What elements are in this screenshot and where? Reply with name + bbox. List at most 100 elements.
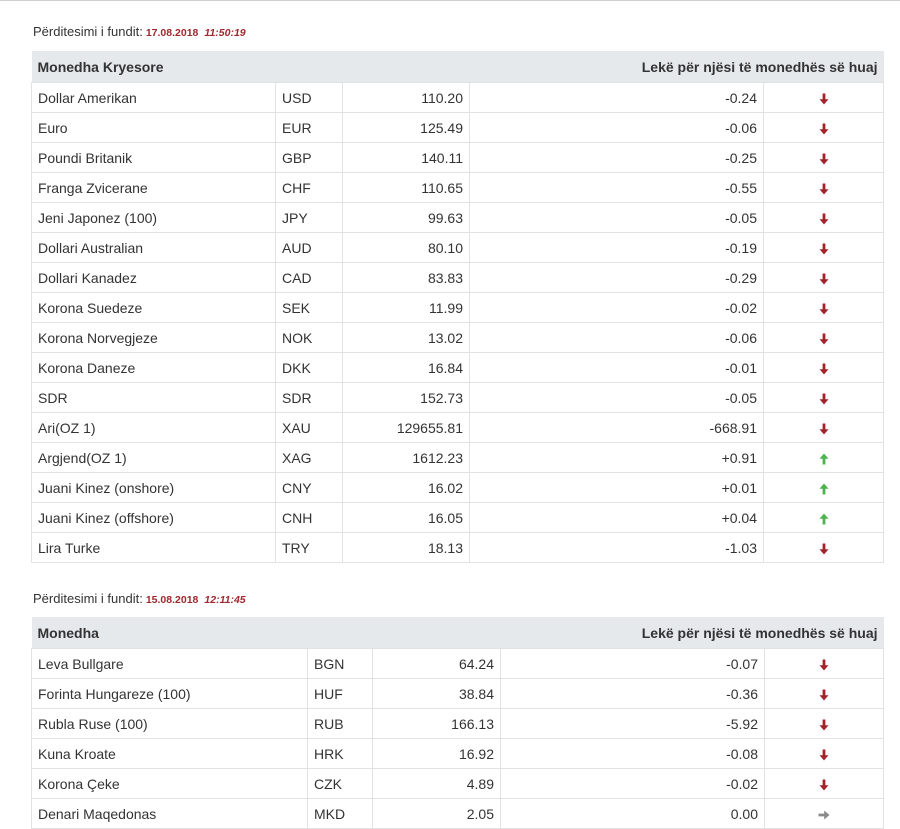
exchange-rate: 99.63 [342, 202, 470, 233]
last-update-time: 11:50:19 [204, 27, 246, 39]
trend-indicator [763, 768, 885, 799]
arrow-down-icon [817, 539, 831, 555]
exchange-rate: 1612.23 [342, 442, 470, 473]
arrow-down-icon [817, 359, 831, 375]
table-row: Argjend(OZ 1) XAG 1612.23 +0.91 [31, 442, 885, 473]
table-row: Euro EUR 125.49 -0.06 [31, 112, 885, 143]
currency-name: Kuna Kroate [31, 738, 308, 769]
last-update-date: 17.08.2018 [145, 27, 199, 39]
rate-change: -0.05 [469, 382, 764, 413]
currency-code: USD [275, 82, 343, 113]
exchange-rate: 129655.81 [342, 412, 470, 443]
trend-indicator [762, 412, 885, 443]
currency-name: Dollari Kanadez [31, 262, 276, 293]
table-row: Kuna Kroate HRK 16.92 -0.08 [31, 738, 885, 769]
arrow-down-icon [817, 775, 831, 791]
trend-indicator [763, 708, 885, 739]
currency-code: XAU [275, 412, 343, 443]
currency-code: HRK [307, 738, 373, 769]
currency-code: AUD [275, 232, 343, 263]
table-row: Dollar Amerikan USD 110.20 -0.24 [31, 82, 885, 113]
arrow-up-icon [817, 479, 831, 495]
rate-change: -0.01 [469, 352, 764, 383]
main-currencies-table: Monedha Kryesore Lekë për njësi të moned… [31, 51, 885, 563]
arrow-down-icon [817, 149, 831, 165]
currency-name: Dollari Australian [31, 232, 276, 263]
arrow-down-icon [817, 89, 831, 105]
trend-indicator [762, 532, 885, 563]
currency-name: Euro [31, 112, 276, 143]
currency-code: EUR [275, 112, 343, 143]
exchange-rate: 64.24 [372, 648, 501, 679]
rate-change: +0.04 [469, 502, 764, 533]
rate-change: -0.19 [469, 232, 764, 263]
rate-change: -5.92 [500, 708, 765, 739]
trend-indicator [762, 322, 885, 353]
last-update-label: Përditesimi i fundit: [33, 591, 143, 606]
currency-code: CHF [275, 172, 343, 203]
arrow-up-icon [817, 449, 831, 465]
arrow-down-icon [817, 209, 831, 225]
trend-indicator [762, 142, 885, 173]
table-row: Poundi Britanik GBP 140.11 -0.25 [31, 142, 885, 173]
table-row: Rubla Ruse (100) RUB 166.13 -5.92 [31, 708, 885, 739]
currency-code: MKD [307, 798, 373, 829]
currency-code: CNH [275, 502, 343, 533]
exchange-rate: 11.99 [342, 292, 470, 323]
top-divider [0, 0, 900, 1]
rate-change: -0.36 [500, 678, 765, 709]
table-row: SDR SDR 152.73 -0.05 [31, 382, 885, 413]
header-currency: Monedha Kryesore [31, 51, 470, 83]
arrow-down-icon [817, 299, 831, 315]
table-row: Dollari Kanadez CAD 83.83 -0.29 [31, 262, 885, 293]
currency-name: Denari Maqedonas [31, 798, 308, 829]
trend-indicator [763, 648, 885, 679]
rate-change: -0.25 [469, 142, 764, 173]
currency-code: XAG [275, 442, 343, 473]
table-row: Lira Turke TRY 18.13 -1.03 [31, 532, 885, 563]
currency-code: SEK [275, 292, 343, 323]
table-row: Forinta Hungareze (100) HUF 38.84 -0.36 [31, 678, 885, 709]
rate-change: -0.55 [469, 172, 764, 203]
table-row: Dollari Australian AUD 80.10 -0.19 [31, 232, 885, 263]
arrow-down-icon [817, 419, 831, 435]
exchange-rate: 80.10 [342, 232, 470, 263]
arrow-up-icon [817, 509, 831, 525]
currency-name: Ari(OZ 1) [31, 412, 276, 443]
arrow-down-icon [817, 389, 831, 405]
arrow-down-icon [817, 715, 831, 731]
currency-name: Lira Turke [31, 532, 276, 563]
header-currency: Monedha [31, 617, 501, 649]
rate-change: -668.91 [469, 412, 764, 443]
rate-change: -0.24 [469, 82, 764, 113]
trend-indicator [762, 82, 885, 113]
last-update-date: 15.08.2018 [145, 594, 199, 606]
exchange-rate: 4.89 [372, 768, 501, 799]
table-row: Ari(OZ 1) XAU 129655.81 -668.91 [31, 412, 885, 443]
currency-name: Korona Daneze [31, 352, 276, 383]
trend-indicator [762, 112, 885, 143]
trend-indicator [762, 442, 885, 473]
table-header-row: Monedha Lekë për njësi të monedhës së hu… [31, 617, 884, 649]
exchange-rate: 16.84 [342, 352, 470, 383]
currency-code: NOK [275, 322, 343, 353]
trend-indicator [762, 232, 885, 263]
currency-name: Rubla Ruse (100) [31, 708, 308, 739]
currency-code: JPY [275, 202, 343, 233]
table-row: Korona Norvegjeze NOK 13.02 -0.06 [31, 322, 885, 353]
other-currencies-table: Monedha Lekë për njësi të monedhës së hu… [31, 617, 885, 829]
trend-indicator [762, 382, 885, 413]
currency-name: Juani Kinez (offshore) [31, 502, 276, 533]
currency-name: Franga Zvicerane [31, 172, 276, 203]
table-row: Jeni Japonez (100) JPY 99.63 -0.05 [31, 202, 885, 233]
currency-name: Korona Çeke [31, 768, 308, 799]
main-currencies-body: Dollar Amerikan USD 110.20 -0.24 Euro EUR 125.… [31, 82, 885, 563]
exchange-rate: 16.02 [342, 472, 470, 503]
table-row: Juani Kinez (onshore) CNY 16.02 +0.01 [31, 472, 885, 503]
rate-change: 0.00 [500, 798, 765, 829]
rate-change: -1.03 [469, 532, 764, 563]
trend-indicator [762, 202, 885, 233]
arrow-down-icon [817, 269, 831, 285]
exchange-rate: 2.05 [372, 798, 501, 829]
exchange-rate: 110.65 [342, 172, 470, 203]
